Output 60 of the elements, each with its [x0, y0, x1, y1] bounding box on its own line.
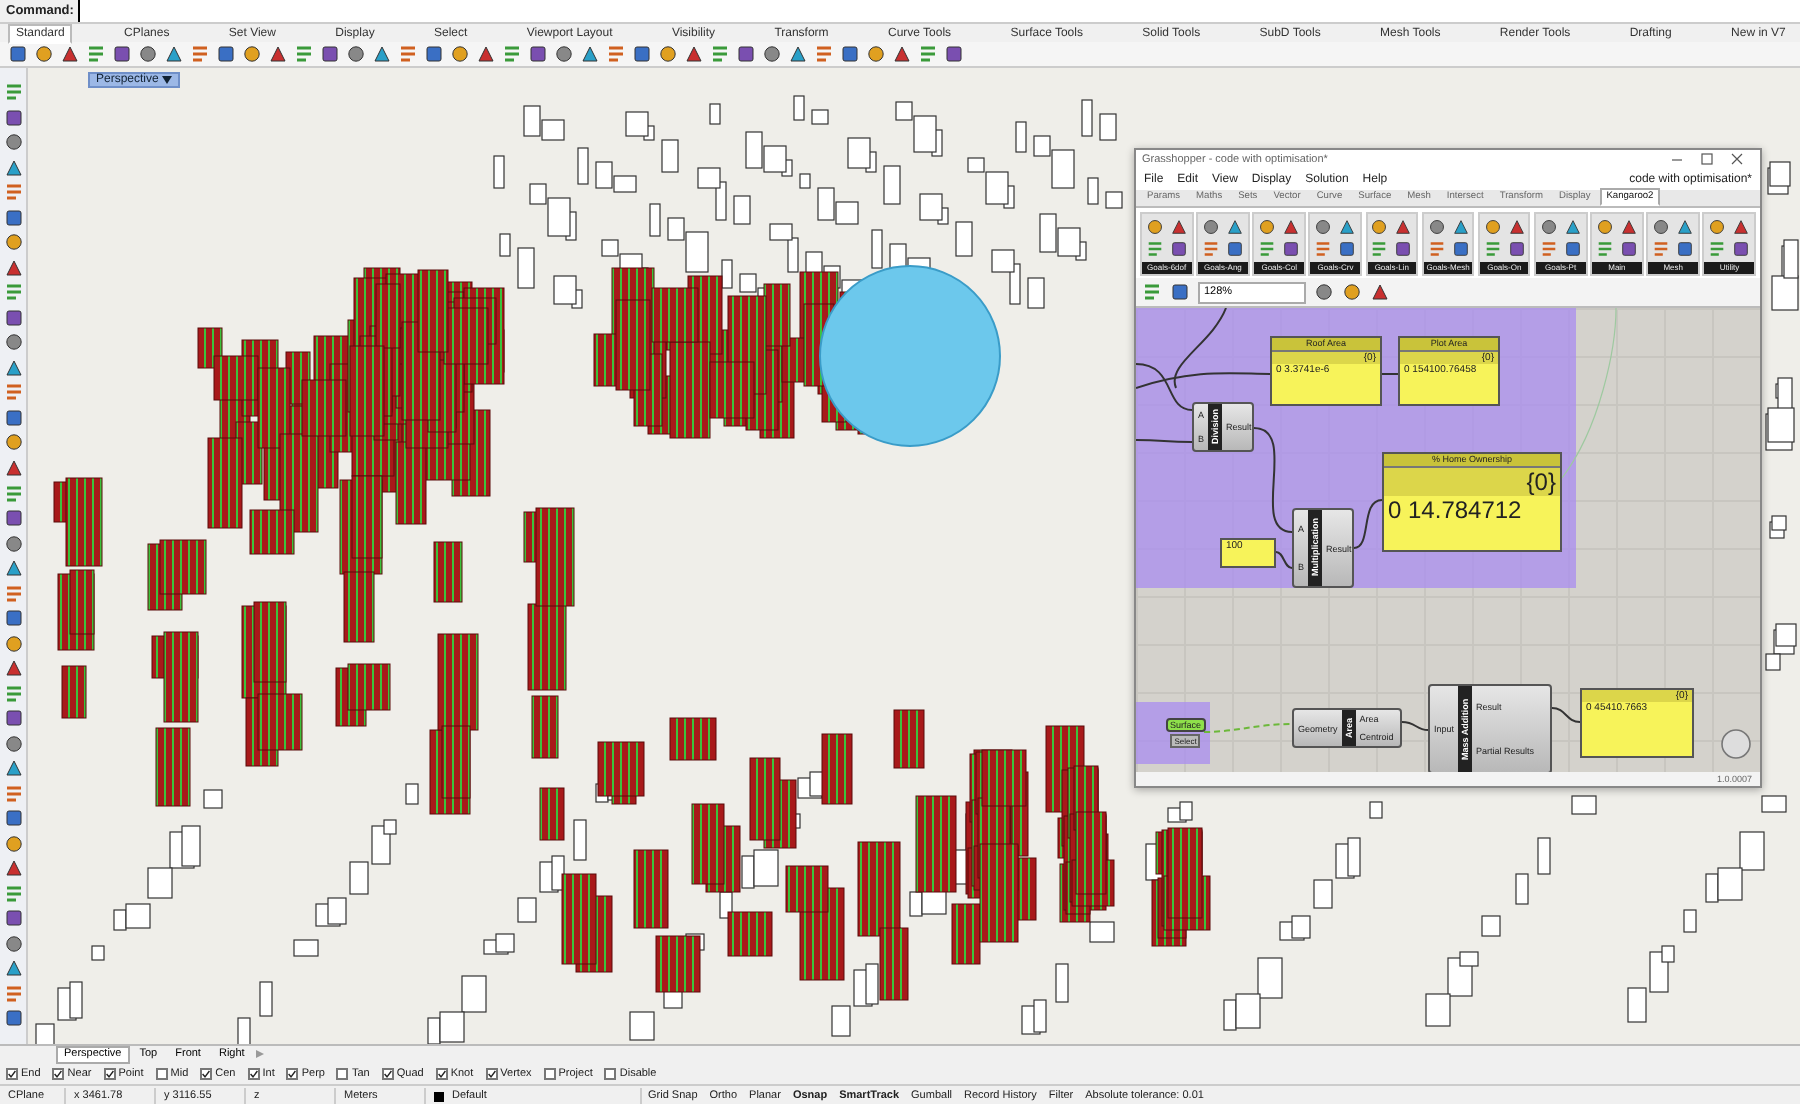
- checkbox[interactable]: [604, 1067, 617, 1079]
- tool-icon[interactable]: [3, 107, 23, 128]
- tool-icon[interactable]: [3, 558, 23, 579]
- tool-icon[interactable]: [3, 958, 23, 979]
- checkbox[interactable]: [286, 1067, 299, 1079]
- tool-icon[interactable]: [3, 157, 23, 178]
- connection-wire: [1551, 707, 1581, 723]
- checkbox[interactable]: [543, 1067, 556, 1079]
- tool-icon[interactable]: [3, 633, 23, 654]
- tool-icon[interactable]: [3, 457, 23, 478]
- checkbox[interactable]: [247, 1067, 260, 1079]
- tool-icon[interactable]: [3, 407, 23, 428]
- tool-icon[interactable]: [3, 808, 23, 829]
- checkbox[interactable]: [435, 1067, 448, 1079]
- tool-icon[interactable]: [3, 858, 23, 879]
- navigation-sphere-icon[interactable]: [1720, 728, 1752, 760]
- checkbox[interactable]: [336, 1067, 349, 1079]
- maximize-icon[interactable]: [1700, 152, 1714, 166]
- tool-icon[interactable]: [1170, 282, 1190, 302]
- tool-icon[interactable]: [3, 608, 23, 629]
- connection-wire: [1275, 551, 1293, 569]
- tool-icon[interactable]: [3, 332, 23, 353]
- checkbox[interactable]: [200, 1067, 213, 1079]
- tool-icon[interactable]: [944, 44, 964, 64]
- connection-wire: [1353, 499, 1383, 549]
- panel-path: {0}: [1384, 468, 1560, 497]
- tool-icon[interactable]: [3, 207, 23, 228]
- panel-value: 0 14.784712: [1386, 496, 1524, 528]
- tool-icon[interactable]: [3, 307, 23, 328]
- checkbox[interactable]: [155, 1067, 168, 1079]
- checkbox[interactable]: [485, 1067, 498, 1079]
- tool-icon[interactable]: [3, 733, 23, 754]
- checkbox[interactable]: [103, 1067, 116, 1079]
- tool-icon[interactable]: [3, 758, 23, 779]
- tool-icon[interactable]: [3, 357, 23, 378]
- tool-icon[interactable]: [3, 232, 23, 253]
- close-icon[interactable]: [1730, 152, 1744, 166]
- checkbox[interactable]: [6, 1067, 18, 1079]
- connection-wire: [1401, 721, 1429, 731]
- caret-icon: [162, 76, 173, 84]
- tool-icon[interactable]: [3, 708, 23, 729]
- checkbox[interactable]: [381, 1067, 394, 1079]
- connection-wire: [1203, 723, 1293, 733]
- connection-wire: [1136, 439, 1193, 443]
- tool-icon[interactable]: [3, 257, 23, 278]
- canvas[interactable]: [1136, 308, 1760, 772]
- tool-icon[interactable]: [3, 132, 23, 153]
- tool-icon[interactable]: [3, 1008, 23, 1029]
- tool-icon[interactable]: [3, 533, 23, 554]
- tool-icon[interactable]: [3, 833, 23, 854]
- tool-icon[interactable]: [3, 432, 23, 453]
- connection-wire: [1381, 373, 1399, 375]
- tool-icon[interactable]: [3, 508, 23, 529]
- checkbox[interactable]: [52, 1067, 65, 1079]
- tool-icon[interactable]: [3, 658, 23, 679]
- connection-wire: [1253, 427, 1293, 533]
- command-input[interactable]: [77, 0, 1800, 22]
- tool-icon[interactable]: [3, 908, 23, 929]
- tool-icon[interactable]: [3, 933, 23, 954]
- layer-color-swatch: [434, 1091, 444, 1101]
